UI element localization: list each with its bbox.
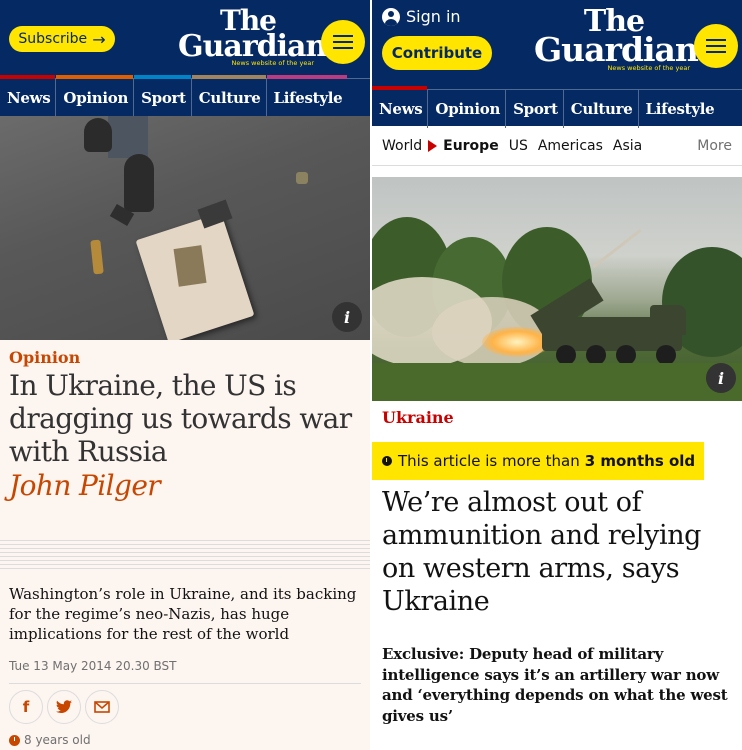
nav-lifestyle-label: Lifestyle	[273, 89, 343, 107]
logo-line2: Guardian	[178, 29, 327, 65]
section-kicker[interactable]: Ukraine	[382, 408, 454, 427]
pillar-nav: News Opinion Sport Culture Lifestyle	[0, 75, 370, 117]
masthead: Subscribe → The Guardian News website of…	[0, 0, 370, 117]
nav-lifestyle-label: Lifestyle	[645, 100, 715, 118]
nav-opinion-label: Opinion	[63, 89, 129, 107]
truck-cab	[650, 305, 686, 335]
trouser-leg	[108, 116, 148, 158]
nav-lifestyle[interactable]: Lifestyle	[266, 75, 348, 117]
article-standfirst: Exclusive: Deputy head of military intel…	[382, 645, 728, 725]
sub-navigation: World Europe US Americas Asia More	[372, 126, 742, 166]
age-banner-value: 3 months old	[584, 452, 696, 470]
subscribe-label: Subscribe	[18, 31, 88, 47]
decorative-lines	[0, 540, 370, 570]
subnav-more[interactable]: More	[697, 138, 732, 154]
image-info-button[interactable]: i	[332, 302, 362, 332]
nav-sport-label: Sport	[513, 100, 558, 118]
nav-sport-label: Sport	[141, 89, 186, 107]
subnav-americas[interactable]: Americas	[528, 138, 603, 154]
article-age-banner: This article is more than 3 months old	[372, 442, 704, 480]
logo-line2: Guardian	[534, 30, 699, 69]
article-date: Tue 13 May 2014 20.30 BST	[9, 659, 177, 673]
clock-icon	[382, 456, 392, 466]
nav-news[interactable]: News	[372, 86, 429, 128]
share-twitter-button[interactable]	[47, 690, 81, 724]
article-main-image: i	[0, 116, 370, 340]
subnav-asia[interactable]: Asia	[603, 138, 642, 154]
article-headline: We’re almost out of ammunition and relyi…	[382, 487, 702, 617]
subnav-europe-label: Europe	[443, 137, 499, 154]
article-standfirst: Washington’s role in Ukraine, and its ba…	[9, 585, 357, 643]
subnav-europe[interactable]: Europe	[422, 138, 499, 154]
nav-sport[interactable]: Sport	[134, 75, 192, 117]
nav-sport[interactable]: Sport	[506, 90, 564, 128]
article-age-label: 8 years old	[24, 733, 91, 747]
subscribe-button[interactable]: Subscribe →	[9, 26, 115, 52]
ration-packet	[135, 212, 255, 340]
nav-culture[interactable]: Culture	[564, 90, 639, 128]
hamburger-icon	[706, 39, 726, 53]
share-email-button[interactable]	[85, 690, 119, 724]
arrow-right-icon: →	[92, 29, 106, 49]
nav-opinion-label: Opinion	[435, 100, 501, 118]
guardian-logo[interactable]: The Guardian News website of the year	[178, 6, 327, 67]
hamburger-icon	[333, 35, 353, 49]
subnav-us[interactable]: US	[499, 138, 528, 154]
contribute-label: Contribute	[391, 44, 483, 62]
truck-wheel	[656, 345, 676, 365]
subnav-world[interactable]: World	[372, 138, 422, 154]
debris	[197, 199, 233, 229]
age-banner-prefix: This article is more than	[398, 452, 580, 470]
image-info-button[interactable]: i	[706, 363, 736, 393]
article-age: 8 years old	[9, 733, 91, 747]
facebook-icon: f	[22, 698, 30, 716]
article-byline[interactable]: John Pilger	[9, 468, 361, 504]
clock-icon	[9, 734, 20, 746]
contribute-button[interactable]: Contribute	[382, 36, 492, 70]
sign-in-label: Sign in	[406, 7, 461, 26]
nav-news[interactable]: News	[0, 75, 57, 117]
email-icon	[94, 701, 110, 713]
nav-opinion[interactable]: Opinion	[56, 75, 135, 117]
article-header: Opinion In Ukraine, the US is dragging u…	[9, 340, 361, 504]
info-icon: i	[343, 307, 351, 327]
nav-culture-label: Culture	[198, 89, 261, 107]
boot	[124, 154, 154, 212]
triangle-right-icon	[428, 139, 438, 152]
debris	[296, 172, 308, 184]
sign-in-link[interactable]: Sign in	[382, 7, 461, 26]
article-main-image: i	[372, 177, 742, 401]
rocket-trail	[592, 228, 642, 269]
truck-wheel	[586, 345, 606, 365]
account-icon	[382, 7, 400, 26]
masthead: Sign in Contribute The Guardian News web…	[372, 0, 742, 128]
menu-button[interactable]	[321, 20, 365, 64]
article-headline: In Ukraine, the US is dragging us toward…	[9, 369, 352, 468]
menu-button[interactable]	[694, 24, 738, 68]
truck-wheel	[616, 345, 636, 365]
nav-opinion[interactable]: Opinion	[428, 90, 507, 128]
nav-culture-label: Culture	[570, 100, 633, 118]
nav-news-label: News	[7, 89, 51, 107]
bullet-casing	[90, 239, 104, 275]
boot	[84, 118, 112, 152]
share-facebook-button[interactable]: f	[9, 690, 43, 724]
grass	[372, 363, 742, 401]
divider-rule	[9, 683, 361, 684]
pillar-nav: News Opinion Sport Culture Lifestyle	[372, 86, 742, 128]
nav-news-label: News	[379, 100, 423, 118]
twitter-icon	[56, 700, 72, 714]
left-article-screenshot: Subscribe → The Guardian News website of…	[0, 0, 370, 750]
nav-lifestyle[interactable]: Lifestyle	[639, 90, 720, 128]
right-article-screenshot: Sign in Contribute The Guardian News web…	[372, 0, 742, 750]
section-kicker[interactable]: Opinion	[9, 348, 361, 367]
truck-wheel	[556, 345, 576, 365]
nav-culture[interactable]: Culture	[191, 75, 267, 117]
guardian-logo[interactable]: The Guardian News website of the year	[534, 7, 699, 72]
info-icon: i	[717, 368, 725, 388]
